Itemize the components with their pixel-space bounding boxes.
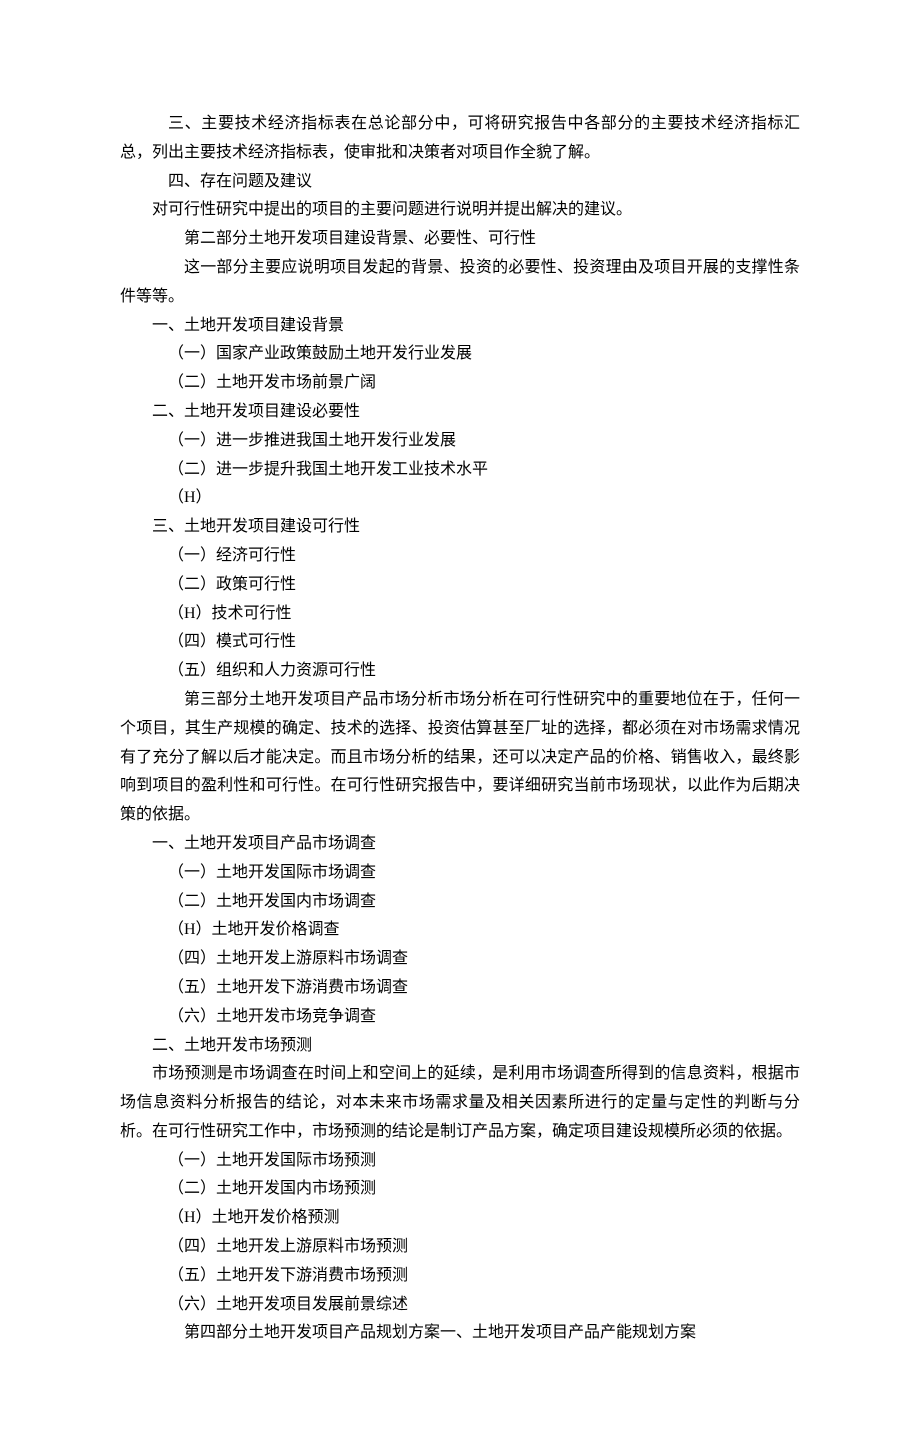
text-line: 市场预测是市场调查在时间上和空间上的延续，是利用市场调查所得到的信息资料，根据市… [120, 1060, 800, 1146]
text-line: 这一部分主要应说明项目发起的背景、投资的必要性、投资理由及项目开展的支撑性条件等… [120, 254, 800, 312]
text-line: （二）土地开发市场前景广阔 [120, 369, 800, 398]
text-line: 四、存在问题及建议 [120, 168, 800, 197]
text-line: （六）土地开发项目发展前景综述 [120, 1291, 800, 1320]
text-line: （五）土地开发下游消费市场调查 [120, 974, 800, 1003]
document-body: 三、主要技术经济指标表在总论部分中，可将研究报告中各部分的主要技术经济指标汇总，… [120, 110, 800, 1348]
text-line: 二、土地开发市场预测 [120, 1032, 800, 1061]
text-line: （二）土地开发国内市场预测 [120, 1175, 800, 1204]
text-line: （一）经济可行性 [120, 542, 800, 571]
text-line: 第三部分土地开发项目产品市场分析市场分析在可行性研究中的重要地位在于，任何一个项… [120, 686, 800, 830]
text-line: （六）土地开发市场竞争调查 [120, 1003, 800, 1032]
text-line: 对可行性研究中提出的项目的主要问题进行说明并提出解决的建议。 [120, 196, 800, 225]
text-line: （五）组织和人力资源可行性 [120, 657, 800, 686]
text-line: 二、土地开发项目建设必要性 [120, 398, 800, 427]
text-line: （一）国家产业政策鼓励土地开发行业发展 [120, 340, 800, 369]
text-line: （H）土地开发价格预测 [120, 1204, 800, 1233]
text-line: （一）进一步推进我国土地开发行业发展 [120, 427, 800, 456]
text-line: （一）土地开发国际市场调查 [120, 859, 800, 888]
text-line: （四）土地开发上游原料市场预测 [120, 1233, 800, 1262]
text-line: （二）进一步提升我国土地开发工业技术水平 [120, 456, 800, 485]
text-line: （二）政策可行性 [120, 571, 800, 600]
document-page: 三、主要技术经济指标表在总论部分中，可将研究报告中各部分的主要技术经济指标汇总，… [0, 0, 920, 1448]
text-line: （H）技术可行性 [120, 600, 800, 629]
text-line: （四）模式可行性 [120, 628, 800, 657]
text-line: （一）土地开发国际市场预测 [120, 1147, 800, 1176]
text-line: （H） [120, 484, 800, 513]
text-line: 三、主要技术经济指标表在总论部分中，可将研究报告中各部分的主要技术经济指标汇总，… [120, 110, 800, 168]
text-line: （五）土地开发下游消费市场预测 [120, 1262, 800, 1291]
text-line: 三、土地开发项目建设可行性 [120, 513, 800, 542]
text-line: 一、土地开发项目建设背景 [120, 312, 800, 341]
text-line: （四）土地开发上游原料市场调查 [120, 945, 800, 974]
text-line: 第二部分土地开发项目建设背景、必要性、可行性 [120, 225, 800, 254]
text-line: （H）土地开发价格调查 [120, 916, 800, 945]
text-line: 一、土地开发项目产品市场调查 [120, 830, 800, 859]
text-line: （二）土地开发国内市场调查 [120, 888, 800, 917]
text-line: 第四部分土地开发项目产品规划方案一、土地开发项目产品产能规划方案 [120, 1319, 800, 1348]
